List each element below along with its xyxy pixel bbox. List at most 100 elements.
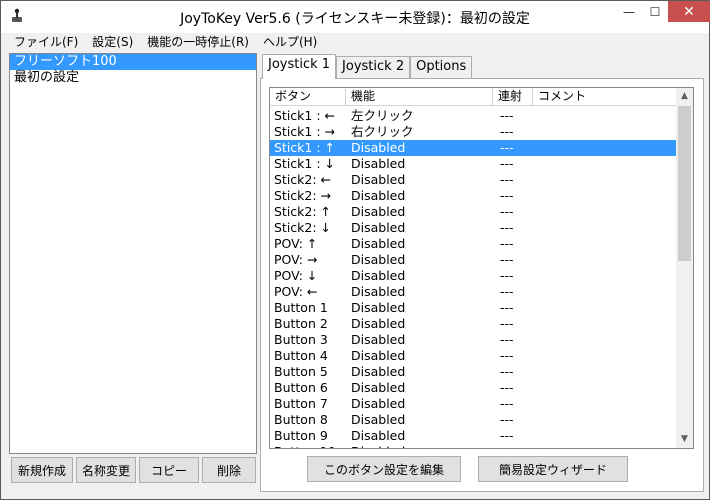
table-row[interactable]: POV: ← Disabled --- <box>270 284 676 300</box>
new-profile-button[interactable]: 新規作成 <box>11 457 73 483</box>
function-cell: Disabled <box>351 396 406 411</box>
button-cell: Stick1 : ↓ <box>274 156 336 171</box>
profile-item[interactable]: 最初の設定 <box>10 70 256 86</box>
column-header-function[interactable]: 機能 <box>346 88 493 106</box>
button-cell: POV: ↓ <box>274 268 318 283</box>
table-row[interactable]: Stick1 : ↑ Disabled --- <box>270 140 676 156</box>
column-header-button[interactable]: ボタン <box>270 88 346 106</box>
tab-joystick-2[interactable]: Joystick 2 <box>336 56 411 78</box>
function-cell: Disabled <box>351 268 406 283</box>
rapid-cell: --- <box>500 380 514 395</box>
table-row[interactable]: Stick2: → Disabled --- <box>270 188 676 204</box>
button-cell: Button 8 <box>274 412 328 427</box>
rapid-cell: --- <box>500 156 514 171</box>
table-row[interactable]: Button 2 Disabled --- <box>270 316 676 332</box>
function-cell: Disabled <box>351 172 406 187</box>
button-cell: Stick1 : → <box>274 124 336 139</box>
scroll-down-arrow-icon[interactable]: ▼ <box>676 431 693 448</box>
column-header-rapid[interactable]: 連射 <box>493 88 533 106</box>
table-row[interactable]: POV: → Disabled --- <box>270 252 676 268</box>
close-button[interactable]: ✕ <box>668 1 710 22</box>
rapid-cell: --- <box>500 268 514 283</box>
table-row[interactable]: Stick2: ↓ Disabled --- <box>270 220 676 236</box>
function-cell: Disabled <box>351 300 406 315</box>
button-cell: Button 1 <box>274 300 328 315</box>
list-header: ボタン 機能 連射 コメント <box>270 88 676 106</box>
rapid-cell: --- <box>500 284 514 299</box>
rapid-cell: --- <box>500 204 514 219</box>
table-row[interactable]: Stick1 : ← 左クリック --- <box>270 108 676 124</box>
menu-bar: ファイル(F) 設定(S) 機能の一時停止(R) ヘルプ(H) <box>1 33 709 52</box>
scroll-up-arrow-icon[interactable]: ▲ <box>676 88 693 105</box>
profile-list[interactable]: フリーソフト100 最初の設定 <box>9 53 257 454</box>
function-cell: Disabled <box>351 284 406 299</box>
button-cell: POV: → <box>274 252 318 267</box>
button-cell: Button 7 <box>274 396 328 411</box>
table-row[interactable]: Button 6 Disabled --- <box>270 380 676 396</box>
tab-strip: Joystick 1 Joystick 2 Options <box>262 54 473 79</box>
table-row[interactable]: Button 7 Disabled --- <box>270 396 676 412</box>
window-title: JoyToKey Ver5.6 (ライセンスキー未登録)：最初の設定 <box>180 11 530 27</box>
vertical-scrollbar[interactable]: ▲ ▼ <box>676 88 693 448</box>
function-cell: Disabled <box>351 236 406 251</box>
profile-item[interactable]: フリーソフト100 <box>10 54 256 70</box>
function-cell: Disabled <box>351 140 406 155</box>
rapid-cell: --- <box>500 124 514 139</box>
rapid-cell: --- <box>500 412 514 427</box>
function-cell: Disabled <box>351 428 406 443</box>
button-cell: Button 10 <box>270 444 348 448</box>
rapid-cell: --- <box>500 332 514 347</box>
copy-profile-button[interactable]: コピー <box>139 457 199 483</box>
rapid-cell: --- <box>500 188 514 203</box>
button-cell: Button 2 <box>274 316 328 331</box>
menu-file[interactable]: ファイル(F) <box>7 33 85 52</box>
tab-joystick-1[interactable]: Joystick 1 <box>262 54 337 79</box>
scrollbar-thumb[interactable] <box>678 106 691 261</box>
rapid-cell: --- <box>500 172 514 187</box>
menu-pause[interactable]: 機能の一時停止(R) <box>140 33 256 52</box>
function-cell: Disabled <box>351 252 406 267</box>
function-cell: Disabled <box>351 316 406 331</box>
function-cell: Disabled <box>351 332 406 347</box>
button-cell: Stick2: ↑ <box>274 204 332 219</box>
function-cell: 右クリック <box>351 124 414 139</box>
table-row[interactable]: Button 1 Disabled --- <box>270 300 676 316</box>
tab-options[interactable]: Options <box>410 56 473 78</box>
delete-profile-button[interactable]: 削除 <box>202 457 256 483</box>
menu-settings[interactable]: 設定(S) <box>85 33 140 52</box>
table-row[interactable]: Button 10Disabled--- <box>270 444 676 448</box>
column-header-comment[interactable]: コメント <box>533 88 676 106</box>
menu-help[interactable]: ヘルプ(H) <box>256 33 324 52</box>
rapid-cell: --- <box>500 236 514 251</box>
rapid-cell: --- <box>500 316 514 331</box>
title-bar[interactable]: JoyToKey Ver5.6 (ライセンスキー未登録)：最初の設定 — ☐ ✕ <box>1 1 710 33</box>
function-cell: Disabled <box>351 220 406 235</box>
button-assignment-list[interactable]: ボタン 機能 連射 コメント Stick1 : ← 左クリック --- Stick1 … <box>269 87 694 449</box>
rapid-cell: --- <box>495 444 535 448</box>
table-row[interactable]: Stick2: ← Disabled --- <box>270 172 676 188</box>
table-row[interactable]: Button 4 Disabled --- <box>270 348 676 364</box>
rapid-cell: --- <box>500 252 514 267</box>
rapid-cell: --- <box>500 140 514 155</box>
table-row[interactable]: Stick2: ↑ Disabled --- <box>270 204 676 220</box>
table-row[interactable]: Button 3 Disabled --- <box>270 332 676 348</box>
table-row[interactable]: Button 8 Disabled --- <box>270 412 676 428</box>
minimize-button[interactable]: — <box>616 1 642 22</box>
rename-profile-button[interactable]: 名称変更 <box>76 457 136 483</box>
table-row[interactable]: Button 9 Disabled --- <box>270 428 676 444</box>
setup-wizard-button[interactable]: 簡易設定ウィザード <box>478 456 628 482</box>
table-row[interactable]: Button 5 Disabled --- <box>270 364 676 380</box>
maximize-button[interactable]: ☐ <box>642 1 668 22</box>
button-cell: Button 6 <box>274 380 328 395</box>
rapid-cell: --- <box>500 220 514 235</box>
function-cell: Disabled <box>351 380 406 395</box>
table-row[interactable]: POV: ↑ Disabled --- <box>270 236 676 252</box>
edit-button-config-button[interactable]: このボタン設定を編集 <box>307 456 461 482</box>
function-cell: Disabled <box>351 188 406 203</box>
table-row[interactable]: Stick1 : ↓ Disabled --- <box>270 156 676 172</box>
table-row[interactable]: Stick1 : → 右クリック --- <box>270 124 676 140</box>
button-cell: Button 5 <box>274 364 328 379</box>
function-cell: Disabled <box>348 444 495 448</box>
app-window: JoyToKey Ver5.6 (ライセンスキー未登録)：最初の設定 — ☐ ✕… <box>0 0 710 500</box>
table-row[interactable]: POV: ↓ Disabled --- <box>270 268 676 284</box>
